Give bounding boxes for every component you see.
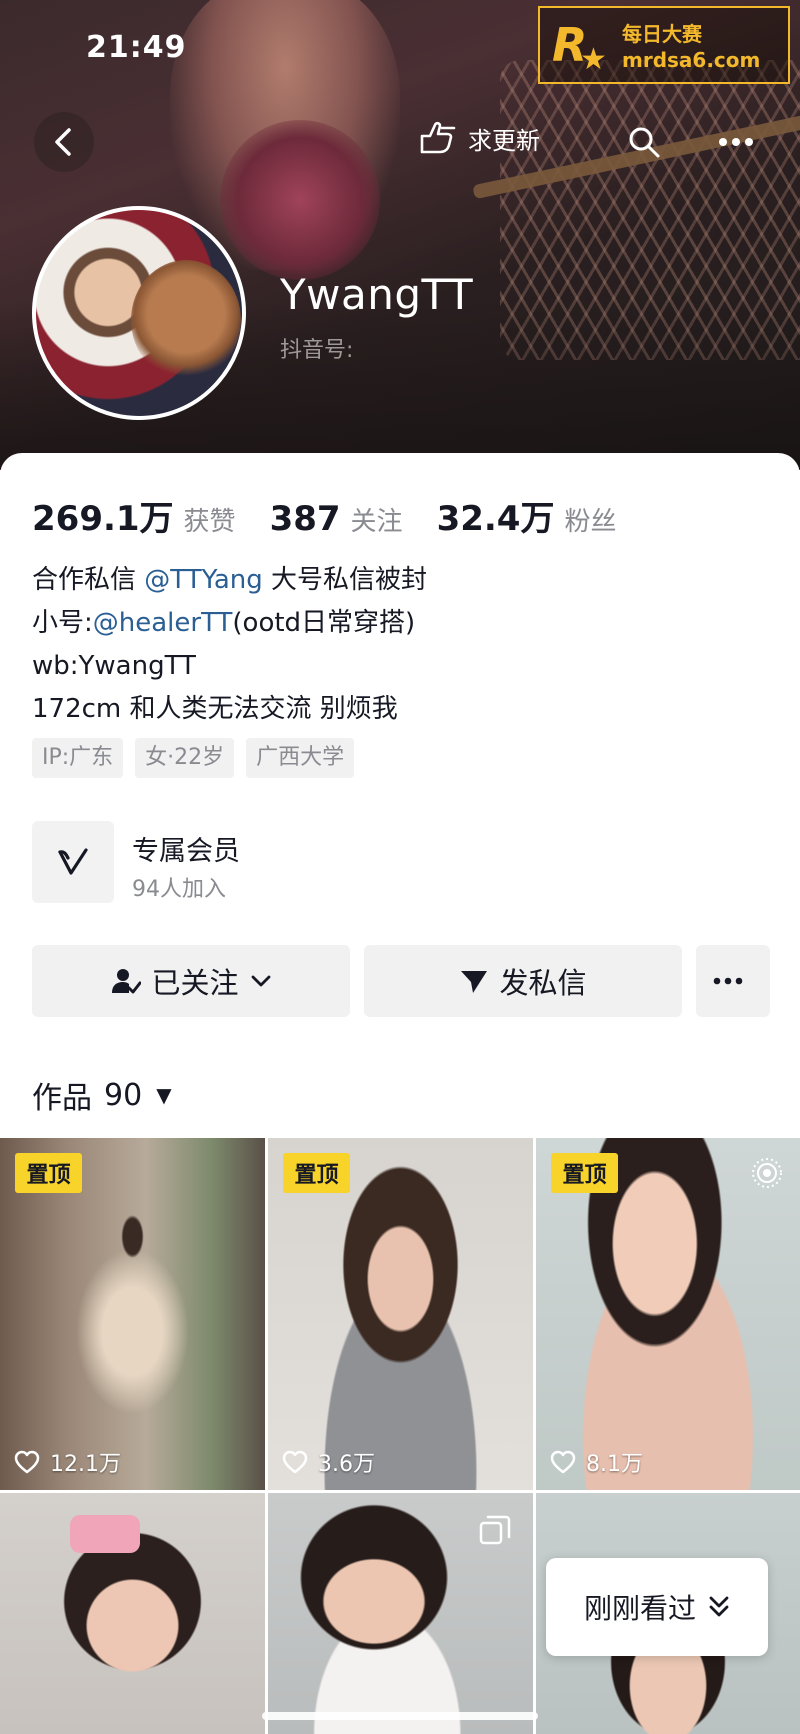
profile-stats: 269.1万 获赞 387 关注 32.4万 粉丝	[32, 491, 650, 540]
tag-gender-age: 女·22岁	[135, 738, 235, 778]
douyin-id-label: 抖音号:	[280, 338, 354, 363]
banner-background-detail	[220, 120, 380, 280]
pinned-badge: 置顶	[15, 1153, 82, 1193]
bio-line-2-suffix: (ootd日常穿搭)	[232, 608, 416, 638]
following-button[interactable]: 已关注	[32, 945, 350, 1017]
stat-following-value: 387	[269, 499, 341, 539]
recently-viewed-label: 刚刚看过	[583, 1592, 696, 1625]
more-horizontal-icon	[713, 977, 743, 985]
bio-mention-healertt[interactable]: @healerTT	[93, 608, 233, 638]
send-arrow-icon	[461, 971, 488, 993]
membership-badge	[32, 821, 114, 903]
video-thumbnail[interactable]	[268, 1493, 533, 1734]
avatar-dog-detail	[131, 260, 241, 380]
pinned-badge: 置顶	[283, 1153, 350, 1193]
like-count-value: 12.1万	[50, 1452, 121, 1477]
stat-following[interactable]: 387 关注	[270, 499, 403, 539]
pinned-badge: 置顶	[551, 1153, 618, 1193]
profile-nickname: YwangTT	[280, 270, 474, 319]
bio-mention-ttyang[interactable]: @TTYang	[144, 565, 263, 595]
request-update-label: 求更新	[468, 126, 540, 155]
profile-card: 269.1万 获赞 387 关注 32.4万 粉丝 合作私信 @TTYang 大…	[0, 453, 800, 1143]
recently-viewed-button[interactable]: 刚刚看过	[546, 1558, 768, 1656]
video-thumbnail[interactable]: 置顶 8.1万	[536, 1138, 800, 1490]
more-options-button[interactable]	[712, 118, 760, 166]
stat-likes: 269.1万 获赞	[32, 491, 236, 540]
chevron-left-icon	[55, 128, 71, 156]
bio-line-2-prefix: 小号:	[32, 608, 93, 638]
watermark-logo: R ★ 每日大赛 mrdsa6.com	[538, 6, 790, 84]
bio-line-1-suffix: 大号私信被封	[262, 565, 428, 595]
heart-icon	[14, 1450, 40, 1474]
membership-title: 专属会员	[132, 836, 240, 867]
profile-tags: IP:广东 女·22岁 广西大学	[32, 738, 366, 778]
works-tab-count: 90	[104, 1077, 143, 1113]
works-tab-label: 作品	[32, 1081, 92, 1116]
following-label: 已关注	[151, 966, 239, 1000]
stat-followers-label: 粉丝	[564, 507, 617, 537]
profile-actions: 已关注 发私信	[32, 945, 770, 1017]
like-count-value: 3.6万	[318, 1452, 375, 1477]
tag-school[interactable]: 广西大学	[246, 738, 355, 778]
like-count-value: 8.1万	[586, 1452, 643, 1477]
more-horizontal-icon	[719, 138, 753, 146]
stat-likes-label: 获赞	[183, 507, 236, 537]
caret-down-icon: ▼	[156, 1083, 172, 1107]
chevron-down-icon	[251, 975, 270, 987]
watermark-title: 每日大赛	[622, 22, 702, 46]
user-check-icon	[112, 969, 142, 994]
status-bar-time: 21:49	[86, 30, 187, 65]
stat-followers[interactable]: 32.4万 粉丝	[437, 491, 617, 540]
works-tab[interactable]: 作品 90 ▼	[32, 1073, 172, 1117]
watermark-url: mrdsa6.com	[622, 48, 761, 72]
membership-subtitle: 94人加入	[132, 877, 226, 902]
back-button[interactable]	[34, 112, 94, 172]
like-count: 12.1万	[14, 1446, 121, 1478]
membership-entry[interactable]: 专属会员 94人加入	[32, 821, 432, 907]
bio-line-1: 合作私信 @TTYang 大号私信被封	[32, 559, 427, 602]
video-thumbnail[interactable]: 置顶 3.6万	[268, 1138, 533, 1490]
tag-ip-location: IP:广东	[32, 738, 124, 778]
live-photo-icon	[752, 1158, 782, 1188]
home-indicator[interactable]	[262, 1712, 538, 1720]
stat-following-label: 关注	[350, 507, 403, 537]
video-thumbnail[interactable]	[0, 1493, 265, 1734]
bio-line-4: 172cm 和人类无法交流 别烦我	[32, 694, 398, 724]
watermark-r-logo: R ★	[552, 18, 607, 77]
avatar[interactable]	[32, 206, 246, 420]
more-actions-button[interactable]	[696, 945, 770, 1017]
search-button[interactable]	[620, 118, 668, 166]
bio-line-3: wb:YwangTT	[32, 651, 196, 681]
stat-followers-value: 32.4万	[436, 499, 555, 539]
heart-icon	[282, 1450, 308, 1474]
profile-bio: 合作私信 @TTYang 大号私信被封 小号:@healerTT(ootd日常穿…	[32, 559, 427, 731]
bio-line-2: 小号:@healerTT(ootd日常穿搭)	[32, 602, 427, 645]
request-update-button[interactable]: 求更新	[418, 120, 540, 156]
stat-likes-value: 269.1万	[32, 499, 174, 539]
send-message-button[interactable]: 发私信	[364, 945, 682, 1017]
search-icon	[629, 127, 660, 158]
double-chevron-down-icon	[709, 1596, 729, 1617]
bio-line-1-prefix: 合作私信	[32, 565, 145, 595]
v-membership-icon	[58, 848, 88, 875]
like-count: 3.6万	[282, 1446, 375, 1478]
send-message-label: 发私信	[499, 966, 587, 1000]
video-thumbnail[interactable]: 置顶 12.1万	[0, 1138, 265, 1490]
multi-image-icon	[479, 1515, 511, 1545]
heart-icon	[550, 1450, 576, 1474]
like-count: 8.1万	[550, 1446, 643, 1478]
hand-point-icon	[420, 121, 456, 154]
thumbnail-detail	[70, 1515, 140, 1553]
